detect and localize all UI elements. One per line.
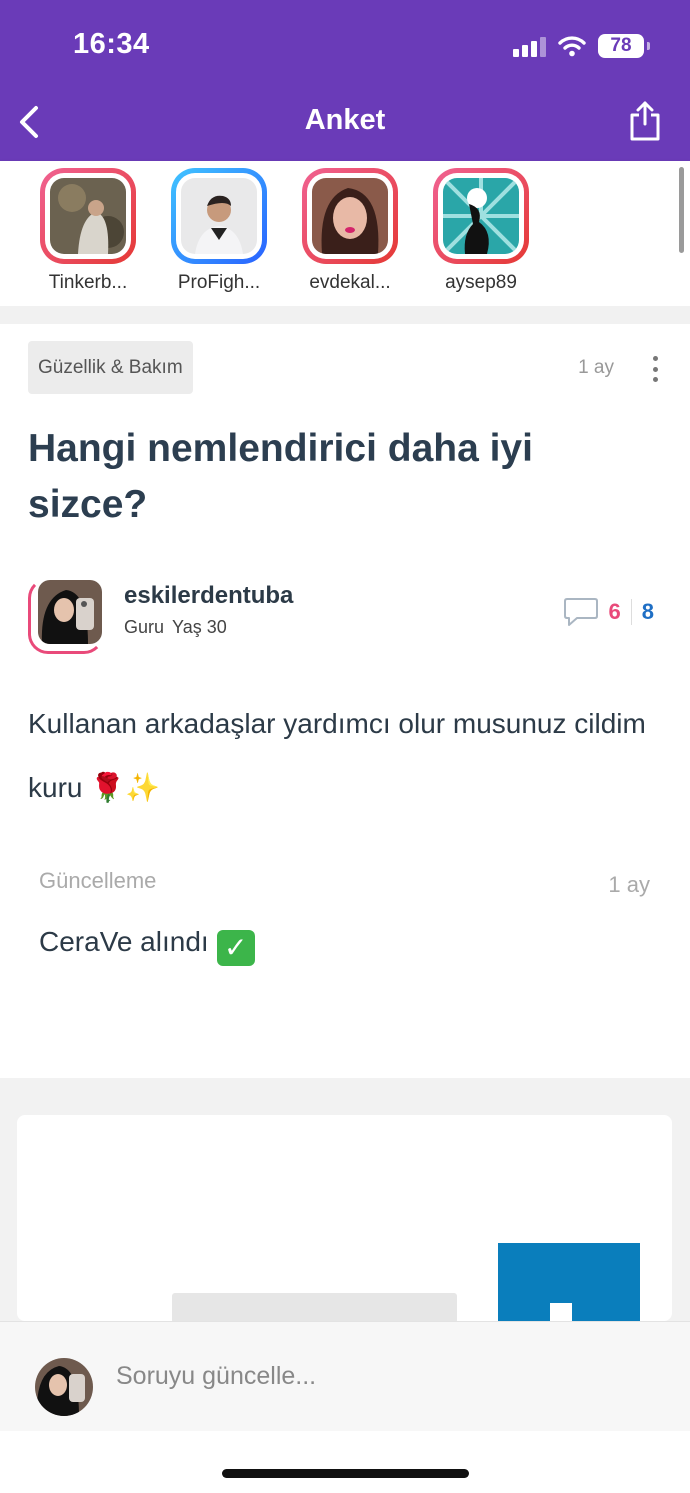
home-indicator[interactable] (222, 1469, 469, 1478)
product-image (498, 1243, 640, 1321)
stories-row[interactable]: Tinkerb... ProFigh... evdekal... aysep89 (0, 161, 690, 306)
wifi-icon (558, 36, 586, 57)
author-username[interactable]: eskilerdentuba (124, 582, 293, 610)
product-image-placeholder (172, 1293, 457, 1321)
avatar (35, 1358, 93, 1416)
story-item[interactable]: evdekal... (302, 168, 398, 294)
update-text: CeraVe alındı ✓ (39, 926, 255, 966)
story-ring (40, 168, 136, 264)
author-avatar[interactable] (28, 578, 104, 654)
post-counts[interactable]: 6 8 (563, 596, 654, 628)
author-age: Yaş 30 (172, 617, 227, 637)
bottom-bar (0, 1431, 690, 1493)
avatar (181, 178, 257, 254)
app-header: 16:34 78 Anket (0, 0, 690, 161)
story-item[interactable]: ProFigh... (171, 168, 267, 294)
page-title: Anket (304, 104, 386, 136)
story-name: evdekal... (309, 272, 391, 293)
avatar (312, 178, 388, 254)
story-name: aysep89 (445, 272, 517, 293)
cellular-signal-icon (513, 35, 546, 57)
post-title: Hangi nemlendirici daha iyi sizce? (28, 427, 533, 526)
battery-icon: 78 (598, 34, 650, 58)
status-icons: 78 (513, 32, 650, 60)
update-text-content: CeraVe alındı (39, 926, 209, 957)
story-item[interactable]: aysep89 (433, 168, 529, 294)
check-mark-icon: ✓ (216, 930, 255, 966)
update-label: Güncelleme (39, 868, 157, 893)
author-level: Guru (124, 617, 165, 637)
avatar (50, 178, 126, 254)
update-time: 1 ay (608, 872, 650, 897)
more-options-icon[interactable] (650, 356, 660, 382)
category-chip[interactable]: Güzellik & Bakım (28, 341, 193, 394)
scrollbar[interactable] (679, 167, 684, 253)
story-ring (433, 168, 529, 264)
post-body: Kullanan arkadaşlar yardımcı olur musunu… (28, 708, 646, 803)
poll-card[interactable] (17, 1115, 672, 1321)
vote-count: 8 (641, 599, 654, 624)
section-divider (0, 306, 690, 324)
story-ring (171, 168, 267, 264)
avatar (443, 178, 519, 254)
story-name: Tinkerb... (48, 272, 128, 293)
author-meta: Guru Yaş 30 (124, 617, 227, 638)
update-input[interactable]: Soruyu güncelle... (116, 1362, 316, 1391)
story-ring (302, 168, 398, 264)
answer-count: 6 (608, 599, 621, 624)
status-time: 16:34 (73, 28, 150, 60)
share-icon[interactable] (628, 100, 662, 142)
comment-icon (563, 598, 598, 626)
count-divider (630, 599, 632, 625)
avatar (38, 580, 102, 644)
story-item[interactable]: Tinkerb... (40, 168, 136, 294)
story-name: ProFigh... (177, 272, 261, 293)
post-time: 1 ay (578, 357, 614, 378)
update-composer: Soruyu güncelle... (0, 1321, 690, 1431)
